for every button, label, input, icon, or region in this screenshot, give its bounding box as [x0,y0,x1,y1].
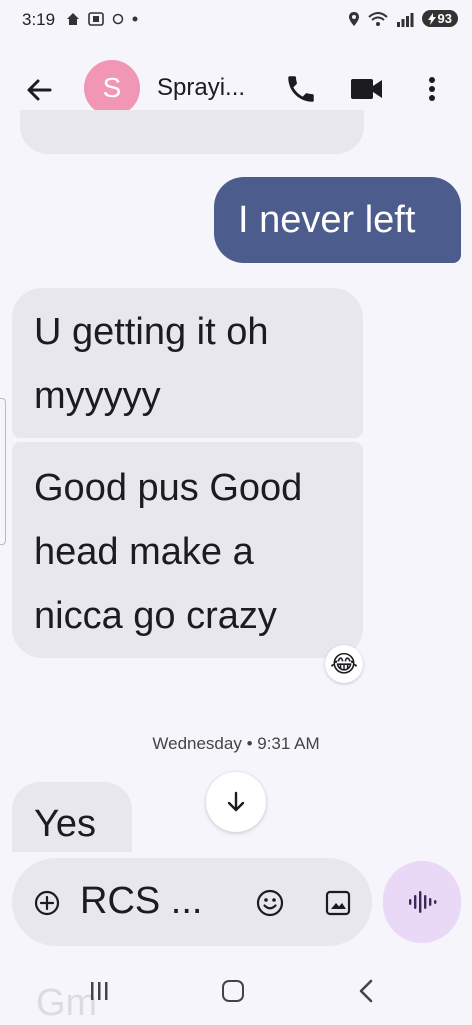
more-vert-icon [429,77,435,101]
status-time: 3:19 [22,10,56,29]
arrow-back-icon [27,79,52,101]
incoming-message[interactable]: Good pus Good head make a nicca go crazy [12,442,363,658]
contact-name[interactable]: Sprayi... [157,74,245,102]
message-text: Good pus Good head make a nicca go crazy [34,467,303,637]
home-icon [67,13,79,25]
status-system-icons: 93 [348,10,458,27]
status-notification-icons [66,12,138,26]
edge-panel-handle[interactable] [0,398,6,545]
battery-level: 93 [437,11,452,26]
charging-icon [427,12,436,25]
nav-back-button[interactable] [356,978,376,1009]
chevron-left-icon [359,979,373,1003]
call-button[interactable] [284,72,318,106]
notification-icon [112,13,124,25]
image-icon [325,890,351,916]
emoji-icon [256,889,284,917]
recents-button[interactable] [88,980,110,1007]
message-text: I never left [238,199,416,241]
message-text: U getting it oh myyyyy [34,311,269,417]
wifi-icon [367,11,388,26]
add-attachment-button[interactable] [34,890,60,916]
system-navigation-bar [0,960,472,1024]
battery-indicator: 93 [421,10,458,27]
message-input[interactable]: RCS ... [80,880,202,923]
waveform-icon [409,891,437,913]
message-text: Yes [34,803,96,845]
video-camera-icon [351,79,382,99]
add-circle-icon [34,890,60,916]
phone-icon [288,76,314,102]
incoming-message[interactable]: Yes [12,782,132,852]
reaction-emoji: 😂 [329,650,359,678]
more-options-button[interactable] [420,72,444,106]
contact-avatar[interactable]: S [84,60,140,116]
incoming-message[interactable]: U getting it oh myyyyy [12,288,363,438]
message-composer: RCS ... [12,858,372,946]
screenshot-icon [88,12,104,26]
date-separator: Wednesday • 9:31 AM [152,734,320,753]
dot-icon [132,16,138,22]
scroll-to-bottom-button[interactable] [206,772,266,832]
signal-icon [396,12,414,27]
voice-message-button[interactable] [383,861,461,943]
message-reaction[interactable]: 😂 [325,645,363,683]
location-icon [348,11,359,26]
recents-icon [91,982,108,1000]
video-call-button[interactable] [349,74,385,104]
back-button[interactable] [24,74,56,106]
arrow-down-icon [227,791,245,812]
gallery-button[interactable] [325,890,351,916]
home-button[interactable] [222,980,244,1002]
status-bar: 3:19 93 [0,0,472,44]
previous-message-bubble[interactable] [20,110,364,154]
emoji-button[interactable] [256,889,284,917]
avatar-letter: S [102,72,122,103]
outgoing-message[interactable]: I never left [214,177,461,263]
